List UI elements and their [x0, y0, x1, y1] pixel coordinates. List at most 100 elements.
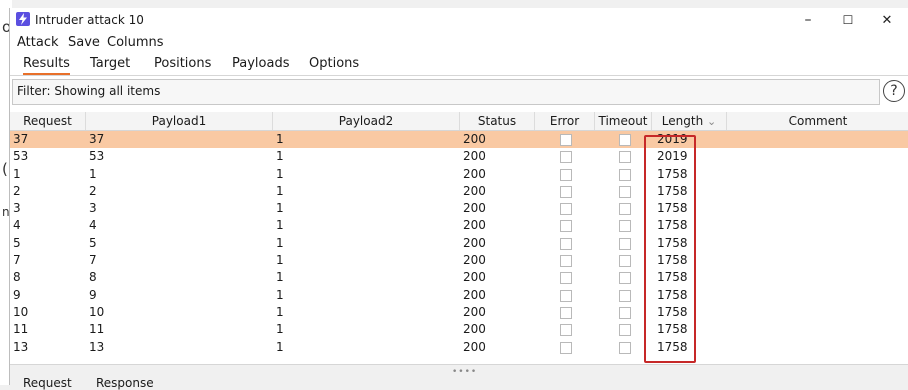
cell-status: 200: [463, 287, 486, 302]
cell-request: 3: [13, 201, 21, 216]
title-bar[interactable]: Intruder attack 10 – ☐ ✕: [10, 8, 908, 32]
table-row[interactable]: 7 7 1 200 1758: [10, 252, 908, 269]
cell-payload1: 11: [89, 322, 105, 337]
tab-results[interactable]: Results: [23, 56, 70, 75]
length-highlight-box: [644, 135, 696, 363]
timeout-checkbox[interactable]: [619, 341, 631, 354]
timeout-checkbox[interactable]: [619, 168, 631, 181]
error-checkbox[interactable]: [560, 289, 572, 302]
cell-payload2: 1: [276, 270, 284, 285]
error-checkbox[interactable]: [560, 220, 572, 233]
cell-payload2: 1: [276, 201, 284, 216]
bottom-panel: •••• Request Response: [10, 364, 908, 390]
cell-request: 11: [13, 322, 29, 337]
splitter-grip[interactable]: ••••: [452, 367, 477, 377]
error-checkbox[interactable]: [560, 151, 572, 164]
timeout-checkbox[interactable]: [619, 151, 631, 164]
tab-target[interactable]: Target: [90, 56, 130, 71]
cell-status: 200: [463, 218, 486, 233]
cell-payload1: 9: [89, 287, 97, 302]
intruder-window: Intruder attack 10 – ☐ ✕ Attack Save Col…: [9, 8, 908, 390]
timeout-checkbox[interactable]: [619, 134, 631, 146]
col-payload1[interactable]: Payload1: [86, 112, 273, 130]
table-row[interactable]: 1 1 1 200 1758: [10, 166, 908, 183]
table-row[interactable]: 9 9 1 200 1758: [10, 287, 908, 304]
sort-chevron-icon: ⌄: [707, 115, 717, 128]
cell-payload2: 1: [276, 304, 284, 319]
menu-save[interactable]: Save: [68, 35, 100, 50]
table-row[interactable]: 10 10 1 200 1758: [10, 304, 908, 321]
error-checkbox[interactable]: [560, 341, 572, 354]
table-body: 37 37 1 200 2019 53 53 1 200 2019 1 1 1 200 1758 2 2 1 200…: [10, 131, 908, 356]
table-row[interactable]: 4 4 1 200 1758: [10, 217, 908, 234]
table-row[interactable]: 2 2 1 200 1758: [10, 183, 908, 200]
cell-request: 4: [13, 218, 21, 233]
filter-bar[interactable]: Filter: Showing all items: [12, 79, 880, 105]
tab-bar: Results Target Positions Payloads Option…: [10, 53, 908, 77]
table-row[interactable]: 53 53 1 200 2019: [10, 148, 908, 165]
tab-positions[interactable]: Positions: [154, 56, 211, 71]
error-checkbox[interactable]: [560, 255, 572, 268]
timeout-checkbox[interactable]: [619, 220, 631, 233]
cell-payload2: 1: [276, 149, 284, 164]
col-error[interactable]: Error: [535, 112, 595, 130]
cell-payload1: 4: [89, 218, 97, 233]
error-checkbox[interactable]: [560, 272, 572, 285]
col-length-label: Length: [661, 114, 704, 128]
maximize-button[interactable]: ☐: [826, 8, 870, 32]
cell-payload1: 10: [89, 304, 105, 319]
cell-request: 10: [13, 304, 29, 319]
cell-payload2: 1: [276, 253, 284, 268]
table-row[interactable]: 13 13 1 200 1758: [10, 339, 908, 356]
col-comment[interactable]: Comment: [727, 112, 908, 130]
cell-request: 8: [13, 270, 21, 285]
menu-bar: Attack Save Columns: [10, 32, 908, 52]
col-payload2[interactable]: Payload2: [273, 112, 460, 130]
cell-status: 200: [463, 304, 486, 319]
table-row[interactable]: 37 37 1 200 2019: [10, 131, 908, 149]
error-checkbox[interactable]: [560, 306, 572, 319]
cell-payload1: 3: [89, 201, 97, 216]
timeout-checkbox[interactable]: [619, 272, 631, 285]
cell-status: 200: [463, 339, 486, 354]
tab-divider: [10, 75, 908, 76]
timeout-checkbox[interactable]: [619, 255, 631, 268]
col-request[interactable]: Request: [10, 112, 86, 130]
window-title: Intruder attack 10: [35, 13, 144, 27]
cell-status: 200: [463, 149, 486, 164]
error-checkbox[interactable]: [560, 237, 572, 250]
cell-status: 200: [463, 235, 486, 250]
help-icon[interactable]: ?: [883, 80, 905, 102]
bg-text-fragment: (: [2, 160, 8, 178]
table-row[interactable]: 8 8 1 200 1758: [10, 269, 908, 286]
col-status[interactable]: Status: [460, 112, 535, 130]
error-checkbox[interactable]: [560, 324, 572, 337]
error-checkbox[interactable]: [560, 134, 572, 146]
col-timeout[interactable]: Timeout: [595, 112, 652, 130]
cell-request: 2: [13, 183, 21, 198]
menu-attack[interactable]: Attack: [17, 35, 59, 50]
tab-request[interactable]: Request: [23, 376, 72, 390]
timeout-checkbox[interactable]: [619, 185, 631, 198]
col-length[interactable]: Length ⌄: [652, 112, 727, 130]
close-button[interactable]: ✕: [865, 8, 908, 32]
table-row[interactable]: 11 11 1 200 1758: [10, 321, 908, 338]
table-row[interactable]: 5 5 1 200 1758: [10, 235, 908, 252]
tab-options[interactable]: Options: [309, 56, 359, 71]
timeout-checkbox[interactable]: [619, 289, 631, 302]
cell-request: 5: [13, 235, 21, 250]
timeout-checkbox[interactable]: [619, 237, 631, 250]
error-checkbox[interactable]: [560, 185, 572, 198]
minimize-button[interactable]: –: [786, 8, 830, 32]
cell-payload2: 1: [276, 322, 284, 337]
tab-response[interactable]: Response: [96, 376, 154, 390]
timeout-checkbox[interactable]: [619, 203, 631, 216]
error-checkbox[interactable]: [560, 203, 572, 216]
timeout-checkbox[interactable]: [619, 324, 631, 337]
cell-request: 7: [13, 253, 21, 268]
error-checkbox[interactable]: [560, 168, 572, 181]
table-row[interactable]: 3 3 1 200 1758: [10, 200, 908, 217]
menu-columns[interactable]: Columns: [107, 35, 164, 50]
tab-payloads[interactable]: Payloads: [232, 56, 289, 71]
timeout-checkbox[interactable]: [619, 306, 631, 319]
